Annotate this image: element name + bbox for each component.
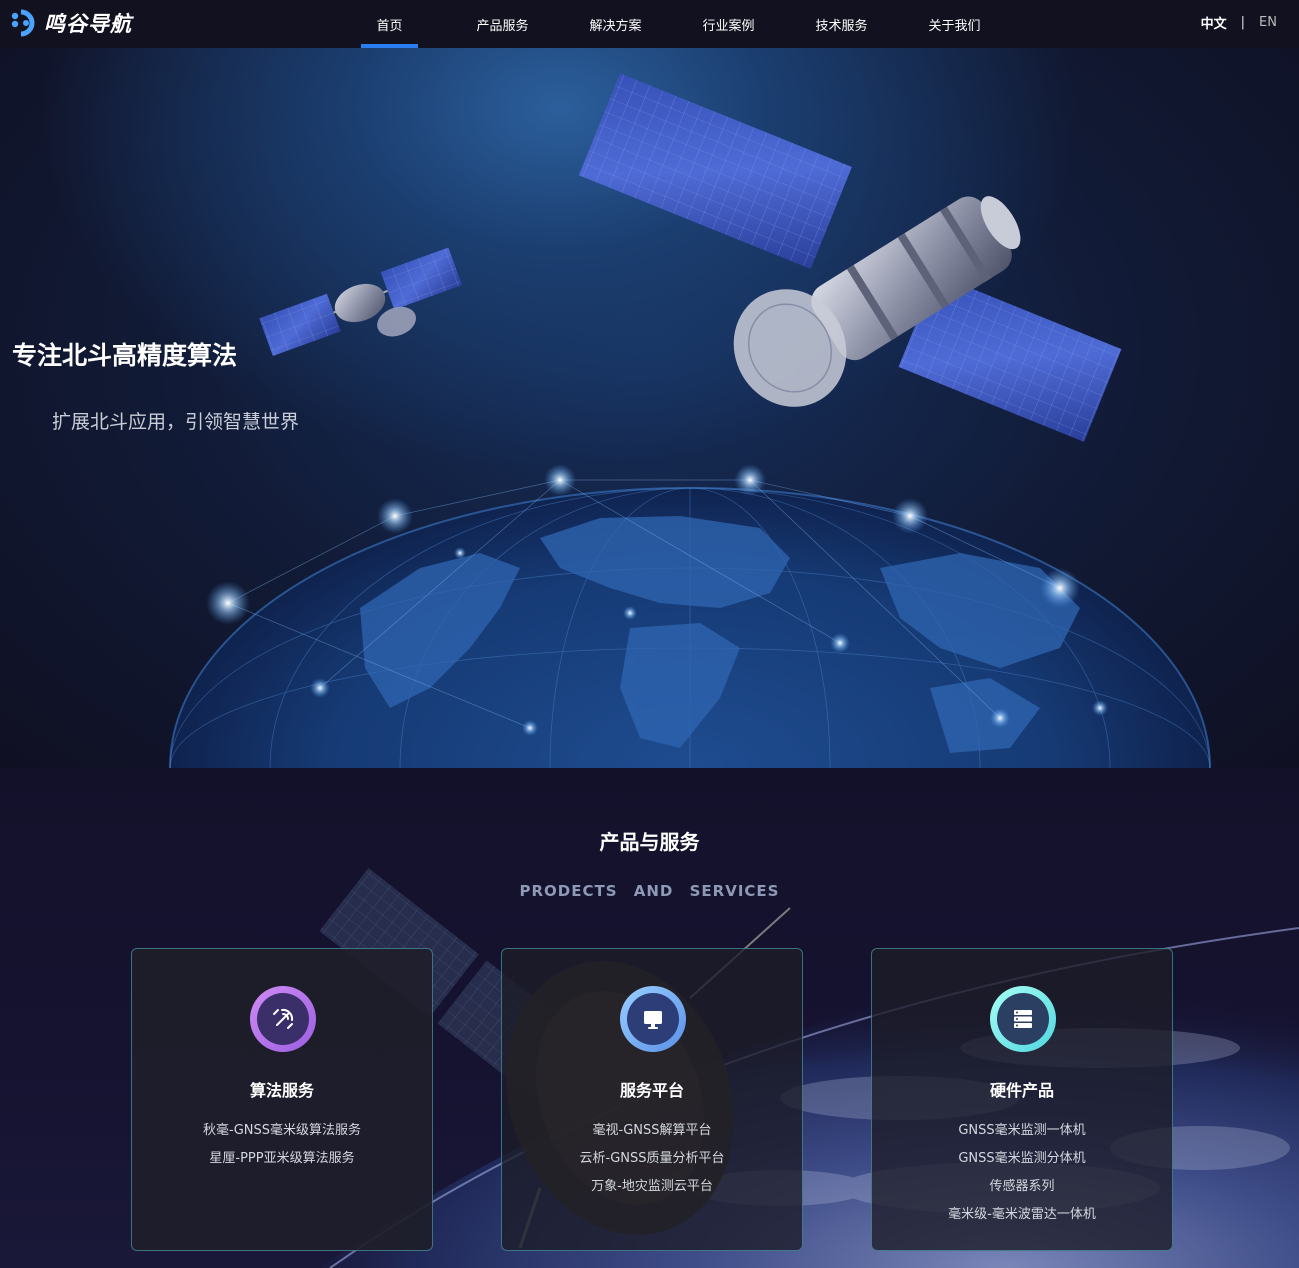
card-icon-wrapper (990, 986, 1056, 1052)
logo-text: 鸣谷导航 (44, 12, 132, 36)
products-section: 产品与服务 PRODECTS AND SERVICES 算法服务 秋毫-GNSS… (0, 768, 1299, 1268)
server-icon (1014, 1010, 1032, 1028)
satellite-large-icon (578, 73, 1122, 442)
card-list-item[interactable]: 毫视-GNSS解算平台 (502, 1120, 802, 1148)
logo-icon (11, 9, 35, 37)
card-list-item[interactable]: 万象-地灾监测云平台 (502, 1176, 802, 1204)
product-card-algorithm[interactable]: 算法服务 秋毫-GNSS毫米级算法服务 星厘-PPP亚米级算法服务 (131, 948, 433, 1251)
card-title: 服务平台 (619, 1081, 684, 1100)
logo[interactable]: 鸣谷导航 (10, 7, 132, 39)
product-card-platform[interactable]: 服务平台 毫视-GNSS解算平台 云析-GNSS质量分析平台 万象-地灾监测云平… (501, 948, 803, 1251)
nav-item-label: 关于我们 (928, 18, 981, 34)
nav-item-label: 解决方案 (589, 18, 642, 34)
monitor-icon (644, 1011, 662, 1029)
card-list-item[interactable]: 云析-GNSS质量分析平台 (502, 1148, 802, 1176)
card-list: 毫视-GNSS解算平台 云析-GNSS质量分析平台 万象-地灾监测云平台 (502, 1120, 802, 1204)
card-list-item[interactable]: 传感器系列 (872, 1176, 1172, 1204)
nav-item-label: 技术服务 (815, 18, 868, 34)
card-icon-wrapper (620, 986, 686, 1052)
hero-title: 专注北斗高精度算法 (12, 341, 238, 370)
nav-item-solutions[interactable]: 解决方案 (587, 0, 700, 48)
nav-item-cases[interactable]: 行业案例 (700, 0, 813, 48)
card-list: GNSS毫米监测一体机 GNSS毫米监测分体机 传感器系列 毫米级-毫米波雷达一… (872, 1120, 1172, 1232)
satellite-small-icon (259, 247, 463, 356)
nav-item-label: 首页 (376, 18, 403, 34)
nav-item-products[interactable]: 产品服务 (474, 0, 587, 48)
nav-item-about[interactable]: 关于我们 (926, 0, 1039, 48)
products-subtitle: PRODECTS AND SERVICES (519, 882, 780, 900)
nav-item-tech[interactable]: 技术服务 (813, 0, 926, 48)
top-nav: 鸣谷导航 首页 产品服务 解决方案 行业案例 技术服务 关于我们 中文 | EN (0, 0, 1299, 48)
lang-en-link[interactable]: EN (1259, 15, 1277, 30)
hero-subtitle: 扩展北斗应用，引领智慧世界 (52, 411, 300, 433)
nav-item-label: 产品服务 (476, 18, 529, 34)
hero-banner: 专注北斗高精度算法 扩展北斗应用，引领智慧世界 (0, 48, 1299, 768)
products-title: 产品与服务 (599, 830, 700, 854)
card-title: 硬件产品 (989, 1081, 1054, 1100)
satellite-icon (273, 1008, 294, 1029)
card-list-item[interactable]: GNSS毫米监测分体机 (872, 1148, 1172, 1176)
nav-item-home[interactable]: 首页 (361, 0, 474, 48)
card-list-item[interactable]: 秋毫-GNSS毫米级算法服务 (132, 1120, 432, 1148)
card-list-item[interactable]: 毫米级-毫米波雷达一体机 (872, 1204, 1172, 1232)
card-list-item[interactable]: GNSS毫米监测一体机 (872, 1120, 1172, 1148)
lang-separator: | (1240, 15, 1246, 30)
nav-item-label: 行业案例 (702, 18, 755, 34)
product-card-hardware[interactable]: 硬件产品 GNSS毫米监测一体机 GNSS毫米监测分体机 传感器系列 毫米级-毫… (871, 948, 1173, 1251)
card-title: 算法服务 (249, 1081, 314, 1100)
card-list: 秋毫-GNSS毫米级算法服务 星厘-PPP亚米级算法服务 (132, 1120, 432, 1176)
language-switch: 中文 | EN (1201, 13, 1277, 32)
lang-cn-link[interactable]: 中文 (1201, 13, 1227, 32)
main-menu: 首页 产品服务 解决方案 行业案例 技术服务 关于我们 (361, 0, 1039, 48)
card-list-item[interactable]: 星厘-PPP亚米级算法服务 (132, 1148, 432, 1176)
card-icon-wrapper (250, 986, 316, 1052)
